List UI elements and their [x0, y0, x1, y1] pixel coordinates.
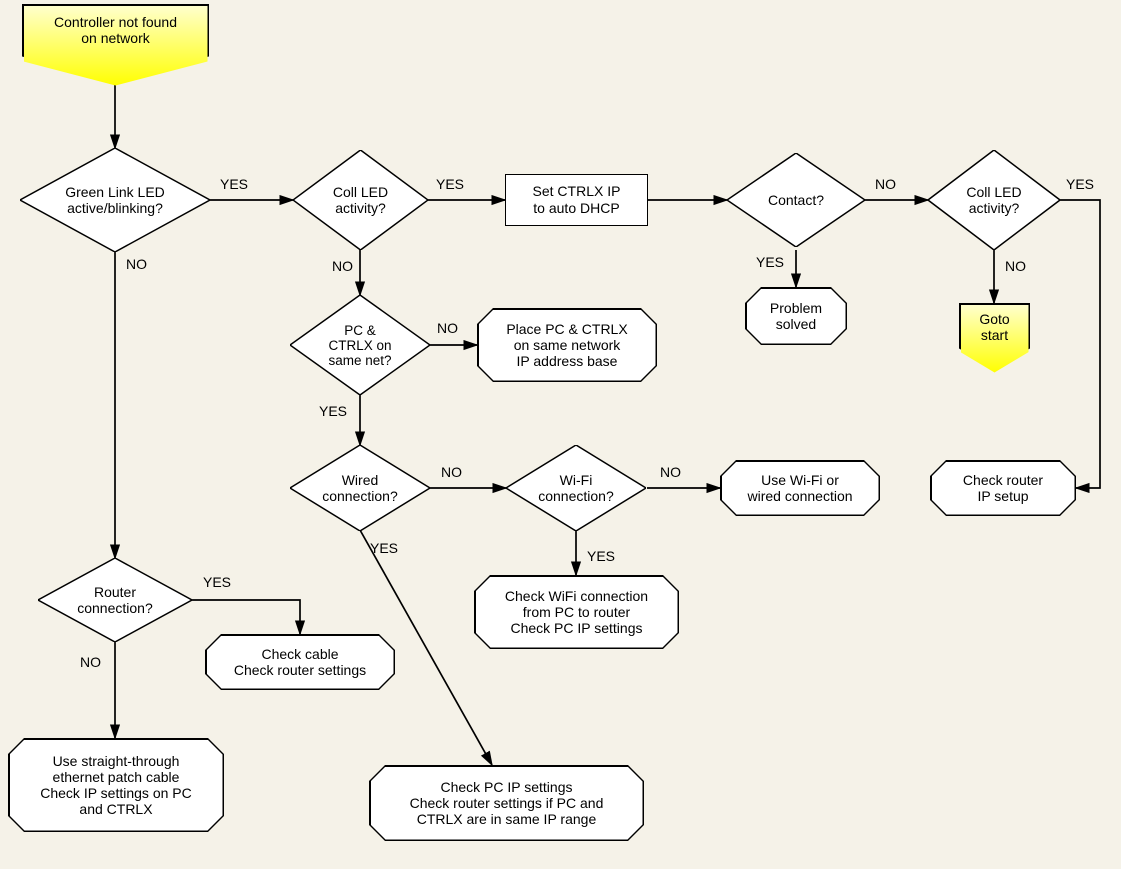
decision-greenlink: Green Link LED active/blinking?	[20, 148, 210, 252]
decision-wired-text: Wired connection?	[322, 472, 398, 504]
oct-usewifi-text: Use Wi-Fi or wired connection	[747, 472, 852, 504]
label-greenlink-no: NO	[126, 256, 147, 272]
decision-coll1-text: Coll LED activity?	[333, 184, 388, 216]
decision-greenlink-text: Green Link LED active/blinking?	[65, 184, 165, 216]
decision-wifi: Wi-Fi connection?	[506, 445, 646, 531]
label-router-no: NO	[80, 654, 101, 670]
oct-checkrouter: Check router IP setup	[930, 460, 1076, 516]
label-wifi-no: NO	[660, 464, 681, 480]
oct-checkrouter-text: Check router IP setup	[963, 472, 1043, 504]
start-text: Controller not found on network	[54, 14, 177, 46]
oct-checkcable: Check cable Check router settings	[205, 634, 395, 690]
oct-checkcable-text: Check cable Check router settings	[234, 646, 366, 678]
label-wired-no: NO	[441, 464, 462, 480]
label-samenet-no: NO	[437, 320, 458, 336]
decision-coll2: Coll LED activity?	[928, 150, 1060, 250]
label-wifi-yes: YES	[587, 548, 615, 564]
decision-samenet: PC & CTRLX on same net?	[290, 295, 430, 395]
label-wired-yes: YES	[370, 540, 398, 556]
label-greenlink-yes: YES	[220, 176, 248, 192]
oct-checkwifi-text: Check WiFi connection from PC to router …	[505, 588, 648, 636]
decision-contact-text: Contact?	[768, 192, 824, 208]
label-router-yes: YES	[203, 574, 231, 590]
process-dhcp: Set CTRLX IP to auto DHCP	[505, 174, 648, 226]
oct-checkwifi: Check WiFi connection from PC to router …	[474, 575, 679, 649]
label-contact-no: NO	[875, 176, 896, 192]
decision-router: Router connection?	[38, 558, 192, 642]
label-samenet-yes: YES	[319, 403, 347, 419]
label-coll2-yes: YES	[1066, 176, 1094, 192]
oct-placepc: Place PC & CTRLX on same network IP addr…	[477, 308, 657, 382]
decision-contact: Contact?	[727, 153, 865, 247]
oct-checkpcip: Check PC IP settings Check router settin…	[369, 765, 644, 841]
decision-wired: Wired connection?	[290, 445, 430, 531]
oct-solved: Problem solved	[745, 287, 847, 345]
goto-node: Goto start	[961, 305, 1029, 373]
process-dhcp-text: Set CTRLX IP to auto DHCP	[533, 183, 621, 218]
oct-checkpcip-text: Check PC IP settings Check router settin…	[410, 779, 604, 827]
oct-usewifi: Use Wi-Fi or wired connection	[720, 460, 880, 516]
oct-placepc-text: Place PC & CTRLX on same network IP addr…	[506, 321, 627, 369]
label-coll1-yes: YES	[436, 176, 464, 192]
label-contact-yes: YES	[756, 254, 784, 270]
label-coll2-no: NO	[1005, 258, 1026, 274]
decision-coll1: Coll LED activity?	[293, 150, 428, 250]
oct-usestraight-text: Use straight-through ethernet patch cabl…	[40, 753, 191, 817]
decision-wifi-text: Wi-Fi connection?	[538, 472, 614, 504]
label-coll1-no: NO	[332, 258, 353, 274]
start-node: Controller not found on network	[24, 6, 208, 86]
decision-samenet-text: PC & CTRLX on same net?	[328, 323, 391, 368]
oct-solved-text: Problem solved	[770, 300, 822, 332]
decision-coll2-text: Coll LED activity?	[966, 184, 1021, 216]
decision-router-text: Router connection?	[77, 584, 153, 616]
oct-usestraight: Use straight-through ethernet patch cabl…	[8, 738, 224, 832]
goto-text: Goto start	[979, 311, 1009, 343]
